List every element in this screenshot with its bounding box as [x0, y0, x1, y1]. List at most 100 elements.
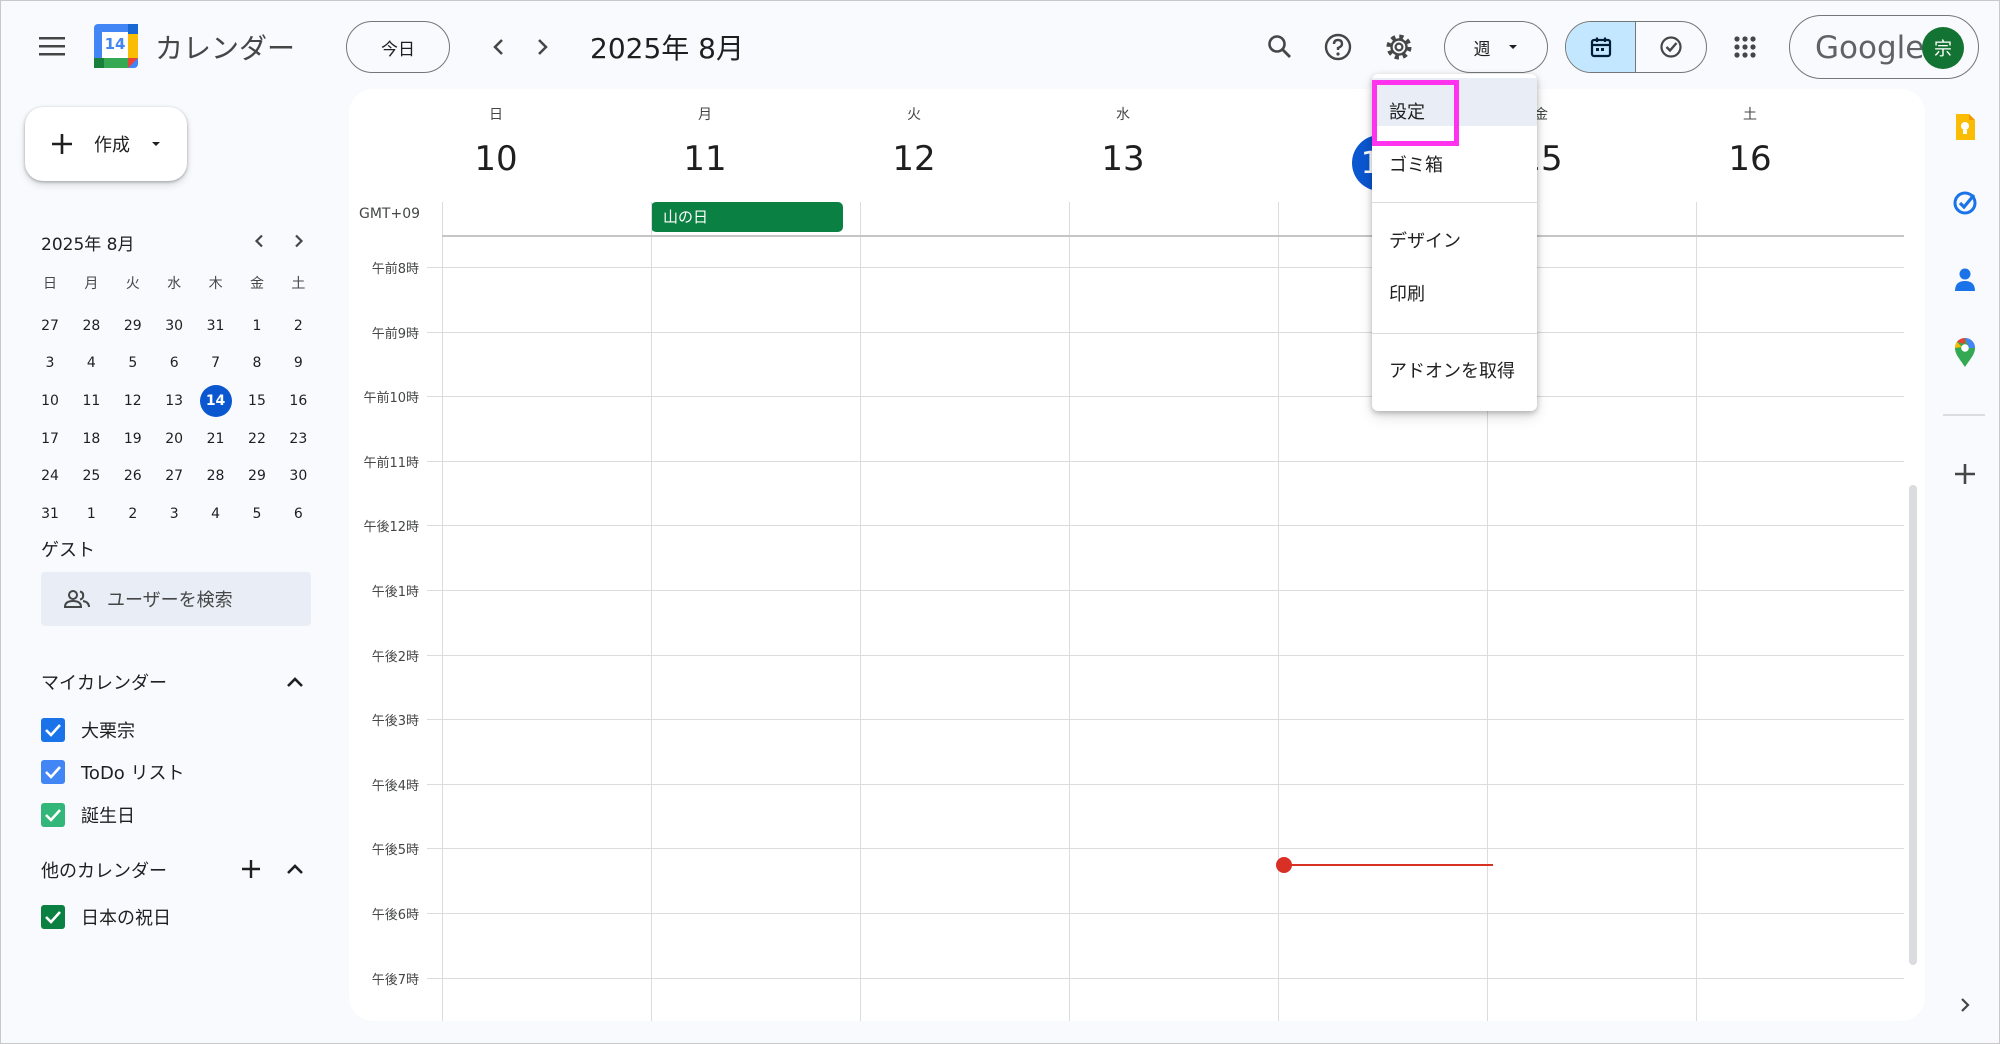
- mini-day[interactable]: 10: [31, 393, 69, 409]
- mini-day[interactable]: 22: [238, 431, 276, 447]
- day-number[interactable]: 12: [864, 139, 964, 179]
- guest-search-input[interactable]: ユーザーを検索: [41, 572, 311, 626]
- help-button[interactable]: [1314, 23, 1362, 71]
- settings-button[interactable]: [1375, 23, 1423, 71]
- mini-day[interactable]: 15: [238, 393, 276, 409]
- avatar[interactable]: 宗: [1922, 27, 1964, 69]
- add-other-calendar-button[interactable]: [234, 852, 268, 886]
- other-calendars-collapse-button[interactable]: [278, 852, 312, 886]
- view-selector[interactable]: 週: [1444, 21, 1548, 73]
- day-number[interactable]: 10: [446, 139, 546, 179]
- calendar-item-birthdays[interactable]: 誕生日: [41, 802, 135, 828]
- mini-day[interactable]: 24: [31, 468, 69, 484]
- mini-day[interactable]: 13: [155, 393, 193, 409]
- mini-week-row: 3456789: [31, 345, 317, 383]
- mini-day-today[interactable]: 14: [197, 384, 235, 417]
- mini-day[interactable]: 29: [114, 318, 152, 334]
- checkmark-icon: [45, 766, 61, 779]
- apps-launcher-button[interactable]: [1721, 23, 1769, 71]
- people-icon: [64, 590, 90, 608]
- mini-day[interactable]: 30: [279, 468, 317, 484]
- day-number[interactable]: 11: [655, 139, 755, 179]
- mini-day[interactable]: 27: [31, 318, 69, 334]
- next-week-button[interactable]: [518, 23, 566, 71]
- mini-day[interactable]: 19: [114, 431, 152, 447]
- mini-day[interactable]: 23: [279, 431, 317, 447]
- day-column-divider: [442, 202, 443, 1021]
- mini-day[interactable]: 3: [155, 506, 193, 522]
- mini-day[interactable]: 31: [197, 318, 235, 334]
- add-addon-button[interactable]: [1947, 456, 1983, 492]
- keep-button[interactable]: [1947, 109, 1983, 145]
- mini-day[interactable]: 8: [238, 355, 276, 371]
- calendar-view-toggle[interactable]: [1566, 22, 1636, 72]
- calendar-checkbox[interactable]: [41, 905, 65, 929]
- calendar-logo[interactable]: 14: [94, 24, 138, 68]
- calendar-item-japan-holidays[interactable]: 日本の祝日: [41, 904, 171, 930]
- mini-day[interactable]: 18: [72, 431, 110, 447]
- mini-day[interactable]: 26: [114, 468, 152, 484]
- calendar-checkbox[interactable]: [41, 718, 65, 742]
- mini-day[interactable]: 21: [197, 431, 235, 447]
- week-scrollbar[interactable]: [1909, 485, 1917, 965]
- mini-day[interactable]: 16: [279, 393, 317, 409]
- mini-day[interactable]: 2: [279, 318, 317, 334]
- contacts-button[interactable]: [1947, 261, 1983, 297]
- mini-day[interactable]: 30: [155, 318, 193, 334]
- mini-day[interactable]: 31: [31, 506, 69, 522]
- calendar-item-self[interactable]: 大栗宗: [41, 717, 135, 743]
- calendar-checkbox[interactable]: [41, 803, 65, 827]
- mini-day[interactable]: 6: [155, 355, 193, 371]
- mini-day[interactable]: 17: [31, 431, 69, 447]
- menu-item-trash[interactable]: ゴミ箱: [1389, 151, 1443, 177]
- tasks-button[interactable]: [1947, 185, 1983, 221]
- mini-day[interactable]: 28: [197, 468, 235, 484]
- menu-item-settings[interactable]: 設定: [1389, 98, 1425, 124]
- settings-menu: 設定 ゴミ箱 デザイン 印刷 アドオンを取得: [1372, 74, 1537, 411]
- maps-button[interactable]: [1947, 335, 1983, 371]
- create-button[interactable]: 作成: [25, 107, 187, 181]
- menu-item-get-addons[interactable]: アドオンを取得: [1389, 357, 1515, 383]
- mini-day[interactable]: 20: [155, 431, 193, 447]
- main-menu-button[interactable]: [28, 22, 76, 70]
- mini-day[interactable]: 11: [72, 393, 110, 409]
- mini-day[interactable]: 3: [31, 355, 69, 371]
- mini-day[interactable]: 28: [72, 318, 110, 334]
- mini-day[interactable]: 1: [72, 506, 110, 522]
- search-button[interactable]: [1256, 23, 1304, 71]
- mini-day[interactable]: 29: [238, 468, 276, 484]
- today-button[interactable]: 今日: [346, 21, 450, 73]
- tasks-view-toggle[interactable]: [1636, 22, 1706, 72]
- calendar-item-todo[interactable]: ToDo リスト: [41, 759, 185, 785]
- mini-next-month-button[interactable]: [283, 225, 315, 257]
- mini-day[interactable]: 2: [114, 506, 152, 522]
- day-number[interactable]: 16: [1700, 139, 1800, 179]
- menu-item-print[interactable]: 印刷: [1389, 280, 1425, 306]
- day-number[interactable]: 13: [1073, 139, 1173, 179]
- create-label: 作成: [94, 135, 130, 156]
- mini-day[interactable]: 27: [155, 468, 193, 484]
- menu-item-design[interactable]: デザイン: [1389, 227, 1461, 253]
- show-side-panel-button[interactable]: [1951, 991, 1979, 1019]
- mini-day[interactable]: 6: [279, 506, 317, 522]
- mini-day[interactable]: 9: [279, 355, 317, 371]
- hour-label: 午後3時: [371, 714, 419, 730]
- mini-day[interactable]: 4: [72, 355, 110, 371]
- day-name: 火: [907, 107, 921, 123]
- mini-prev-month-button[interactable]: [243, 225, 275, 257]
- mini-weekday: 土: [291, 276, 306, 292]
- mini-day[interactable]: 5: [238, 506, 276, 522]
- my-calendars-collapse-button[interactable]: [278, 665, 312, 699]
- mini-day[interactable]: 7: [197, 355, 235, 371]
- mini-day[interactable]: 25: [72, 468, 110, 484]
- mini-day[interactable]: 1: [238, 318, 276, 334]
- calendar-checkbox[interactable]: [41, 760, 65, 784]
- mini-day[interactable]: 4: [197, 506, 235, 522]
- mini-day[interactable]: 12: [114, 393, 152, 409]
- allday-event-yama-no-hi[interactable]: 山の日: [651, 202, 843, 232]
- mini-day[interactable]: 5: [114, 355, 152, 371]
- prev-week-button[interactable]: [475, 23, 523, 71]
- chevron-right-icon: [538, 39, 548, 55]
- hour-gridline: [427, 719, 1904, 721]
- account-switcher[interactable]: Google 宗: [1789, 15, 1979, 79]
